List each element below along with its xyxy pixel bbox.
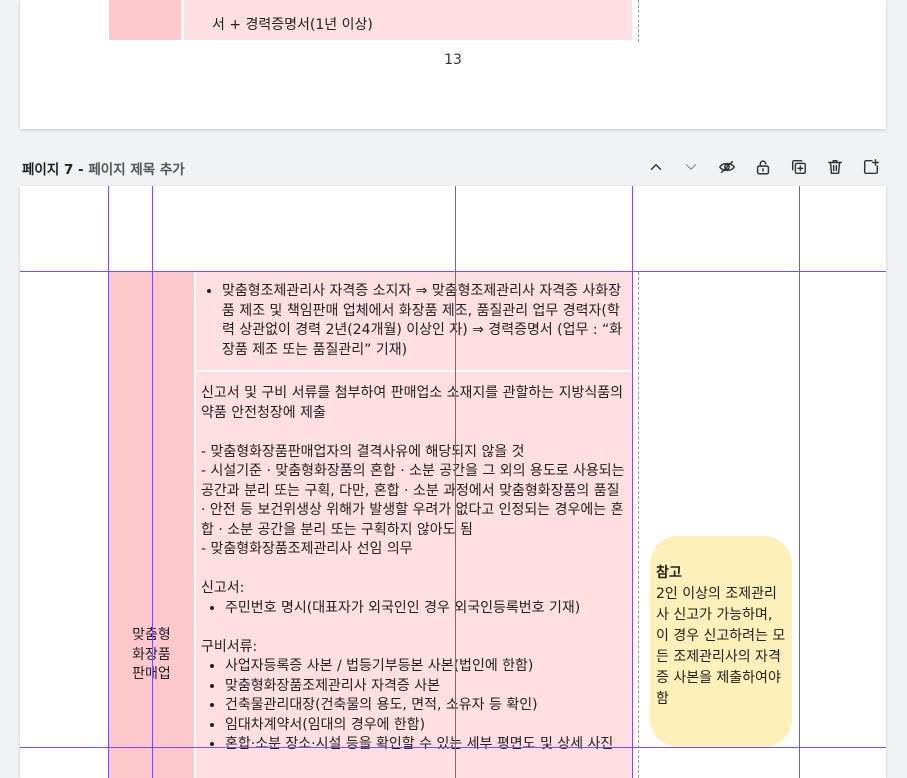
note-title: 참고 bbox=[656, 565, 682, 581]
column-divider bbox=[638, 272, 639, 778]
hide-page-icon[interactable] bbox=[715, 155, 739, 179]
guide-line-vertical bbox=[108, 186, 109, 778]
doc-item: 건축물관리대장(건축물의 용도, 면적, 소유자 등 확인) bbox=[225, 696, 628, 716]
lock-page-icon[interactable] bbox=[751, 155, 775, 179]
move-up-icon[interactable] bbox=[644, 155, 668, 179]
note-card[interactable]: 참고 2인 이상의 조제관리사 신고가 가능하며, 이 경우 신고하려는 모든 … bbox=[650, 536, 792, 747]
prev-row-text: 서 + 경력증명서(1년 이상) bbox=[212, 17, 373, 33]
form-item: 주민번호 명시(대표자가 외국인인 경우 외국인등록번호 기재) bbox=[225, 599, 628, 619]
qualification-list: 맞춤형조제관리사 자격증 소지자 ⇒ 맞춤형조제관리사 자격증 사화장품 제조 … bbox=[198, 282, 626, 360]
delete-page-icon[interactable] bbox=[823, 155, 847, 179]
doc-item: 임대차계약서(임대의 경우에 한함) bbox=[225, 716, 628, 736]
page-title-placeholder[interactable]: 페이지 제목 추가 bbox=[88, 162, 184, 178]
guide-line-vertical bbox=[632, 186, 633, 778]
qualification-item: 맞춤형조제관리사 자격증 소지자 ⇒ 맞춤형조제관리사 자격증 사화장품 제조 … bbox=[222, 282, 626, 360]
doc-item: 맞춤형화장품조제관리사 자격증 사본 bbox=[225, 677, 628, 697]
move-down-icon[interactable] bbox=[679, 155, 703, 179]
form-list: 주민번호 명시(대표자가 외국인인 경우 외국인등록번호 기재) bbox=[201, 599, 628, 619]
prev-content-cell: 서 + 경력증명서(1년 이상) bbox=[184, 0, 632, 40]
guide-line-horizontal bbox=[20, 271, 886, 272]
guide-line-vertical bbox=[799, 186, 800, 778]
qualification-cell: 맞춤형조제관리사 자격증 소지자 ⇒ 맞춤형조제관리사 자격증 사화장품 제조 … bbox=[196, 272, 632, 370]
page-label: 페이지 7 bbox=[22, 162, 74, 178]
requirement-line: - 시설기준 · 맞춤형화장품의 혼합 · 소분 공간을 그 외의 용도로 사용… bbox=[201, 463, 625, 538]
procedure-cell: 신고서 및 구비 서류를 첨부하여 판매업소 소재지를 관할하는 지방식품의약품… bbox=[196, 372, 632, 778]
guide-line-vertical bbox=[455, 186, 456, 778]
procedure-intro: 신고서 및 구비 서류를 첨부하여 판매업소 소재지를 관할하는 지방식품의약품… bbox=[201, 385, 623, 421]
requirement-line: - 맞춤형화장품판매업자의 결격사유에 해당되지 않을 것 bbox=[201, 443, 525, 460]
guide-line-horizontal bbox=[20, 747, 886, 748]
duplicate-page-icon[interactable] bbox=[787, 155, 811, 179]
doc-item: 혼합·소분 장소·시설 등을 확인할 수 있는 세부 평면도 및 상세 사진 bbox=[225, 735, 628, 755]
column-divider bbox=[638, 0, 639, 42]
title-separator: - bbox=[73, 162, 89, 178]
form-label: 신고서: bbox=[201, 580, 245, 596]
add-page-icon[interactable] bbox=[859, 155, 883, 179]
page-title[interactable]: 페이지 7 - 페이지 제목 추가 bbox=[22, 158, 185, 178]
guide-line-vertical bbox=[152, 186, 153, 778]
prev-category-cell bbox=[109, 0, 181, 40]
requirement-line: - 맞춤형화장품조제관리사 선임 의무 bbox=[201, 541, 413, 557]
docs-label: 구비서류: bbox=[201, 638, 258, 655]
previous-page: 서 + 경력증명서(1년 이상) 13 bbox=[20, 0, 886, 129]
page-number: 13 bbox=[444, 52, 462, 68]
docs-list: 사업자등록증 사본 / 법등기부등본 사본(법인에 한함) 맞춤형화장품조제관리… bbox=[201, 657, 628, 755]
doc-item: 사업자등록증 사본 / 법등기부등본 사본(법인에 한함) bbox=[225, 657, 628, 677]
note-text: 2인 이상의 조제관리사 신고가 가능하며, 이 경우 신고하려는 모든 조제관… bbox=[656, 586, 786, 707]
page-header: 페이지 7 - 페이지 제목 추가 bbox=[20, 148, 886, 184]
